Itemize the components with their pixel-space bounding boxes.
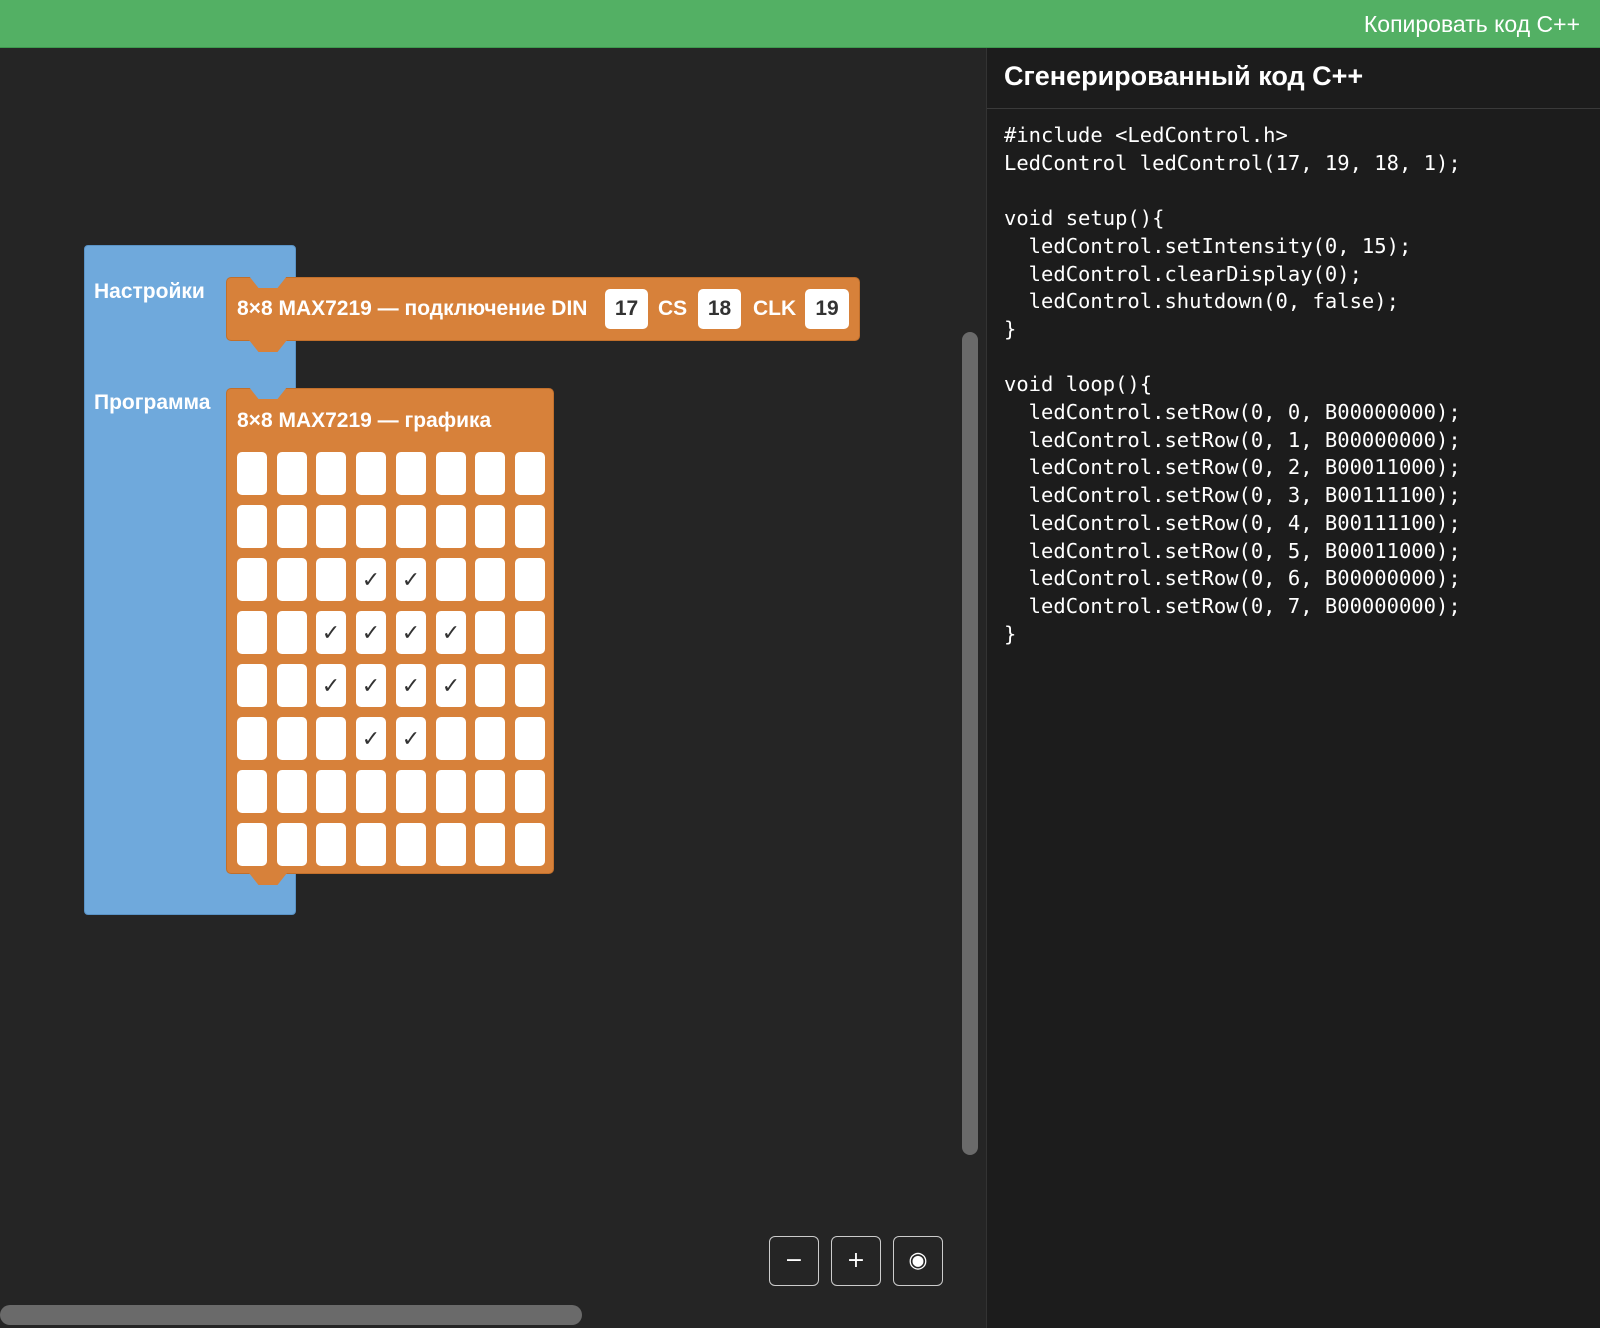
- led-cell[interactable]: ✓: [436, 664, 466, 707]
- zoom-out-button[interactable]: −: [769, 1236, 819, 1286]
- block-notch: [249, 276, 287, 288]
- divider: [987, 108, 1600, 109]
- led-cell[interactable]: [475, 611, 505, 654]
- led-cell[interactable]: [515, 770, 545, 813]
- clk-pin-field[interactable]: 19: [805, 289, 849, 329]
- led-cell[interactable]: [396, 505, 426, 548]
- max7219-graphics-block[interactable]: 8×8 MAX7219 — графика ✓ ✓ ✓ ✓ ✓ ✓ ✓ ✓ ✓ ✓ ✓ ✓: [226, 387, 554, 885]
- led-cell[interactable]: ✓: [356, 717, 386, 760]
- led-cell[interactable]: [436, 717, 466, 760]
- led-cell[interactable]: [277, 558, 307, 601]
- led-cell[interactable]: [237, 664, 267, 707]
- led-cell[interactable]: [316, 717, 346, 760]
- led-cell[interactable]: [316, 452, 346, 495]
- led-cell[interactable]: [475, 717, 505, 760]
- led-cell[interactable]: [237, 823, 267, 866]
- led-cell[interactable]: [515, 505, 545, 548]
- code-panel-title: Сгенерированный код C++: [1004, 61, 1364, 91]
- clk-label: CLK: [753, 297, 797, 320]
- led-cell[interactable]: [475, 664, 505, 707]
- led-cell[interactable]: [436, 823, 466, 866]
- led-cell[interactable]: ✓: [396, 611, 426, 654]
- led-cell[interactable]: [237, 558, 267, 601]
- led-cell[interactable]: [475, 558, 505, 601]
- led-cell[interactable]: [396, 770, 426, 813]
- generated-code-panel: Сгенерированный код C++ #include <LedCon…: [986, 48, 1600, 1328]
- led-cell[interactable]: [356, 505, 386, 548]
- led-cell[interactable]: ✓: [396, 664, 426, 707]
- program-label: Программа: [94, 391, 211, 414]
- led-cell[interactable]: ✓: [316, 664, 346, 707]
- led-cell[interactable]: [277, 664, 307, 707]
- zoom-in-button[interactable]: +: [831, 1236, 881, 1286]
- led-cell[interactable]: [436, 505, 466, 548]
- led-cell[interactable]: ✓: [396, 717, 426, 760]
- led-cell[interactable]: [237, 505, 267, 548]
- led-cell[interactable]: [515, 664, 545, 707]
- block-notch: [249, 387, 287, 399]
- led-cell[interactable]: [277, 717, 307, 760]
- led-cell[interactable]: [277, 452, 307, 495]
- led-cell[interactable]: [277, 770, 307, 813]
- led-cell[interactable]: [515, 611, 545, 654]
- horizontal-scrollbar[interactable]: [0, 1305, 582, 1325]
- led-cell[interactable]: ✓: [316, 611, 346, 654]
- led-cell[interactable]: [515, 823, 545, 866]
- led-cell[interactable]: [515, 717, 545, 760]
- led-cell[interactable]: ✓: [356, 558, 386, 601]
- led-cell[interactable]: [316, 505, 346, 548]
- led-cell[interactable]: [237, 770, 267, 813]
- led-cell[interactable]: [475, 452, 505, 495]
- led-cell[interactable]: [356, 770, 386, 813]
- led-cell[interactable]: [356, 452, 386, 495]
- led-cell[interactable]: [436, 558, 466, 601]
- led-cell[interactable]: [436, 452, 466, 495]
- led-cell[interactable]: [515, 558, 545, 601]
- cs-label: CS: [658, 297, 688, 320]
- led-cell[interactable]: [396, 823, 426, 866]
- generated-code: #include <LedControl.h> LedControl ledCo…: [1004, 123, 1461, 646]
- led-cell[interactable]: ✓: [396, 558, 426, 601]
- led-cell[interactable]: [475, 823, 505, 866]
- reset-view-button[interactable]: ◉: [893, 1236, 943, 1286]
- led-cell[interactable]: [316, 558, 346, 601]
- led-cell[interactable]: ✓: [356, 611, 386, 654]
- led-cell[interactable]: [316, 770, 346, 813]
- led-cell[interactable]: [277, 823, 307, 866]
- graphics-block-title: 8×8 MAX7219 — графика: [237, 409, 492, 432]
- connection-block-title: 8×8 MAX7219 — подключение DIN: [237, 297, 588, 320]
- max7219-connection-block[interactable]: 8×8 MAX7219 — подключение DIN 17 CS 18 C…: [226, 276, 860, 352]
- led-cell[interactable]: [277, 611, 307, 654]
- led-cell[interactable]: [515, 452, 545, 495]
- led-cell[interactable]: [316, 823, 346, 866]
- led-cell[interactable]: [356, 823, 386, 866]
- settings-label: Настройки: [94, 280, 205, 303]
- led-cell[interactable]: [237, 452, 267, 495]
- led-cell[interactable]: [396, 452, 426, 495]
- led-cell[interactable]: [475, 770, 505, 813]
- cs-pin-field[interactable]: 18: [698, 289, 741, 329]
- led-cell[interactable]: [237, 717, 267, 760]
- led-cell[interactable]: [436, 770, 466, 813]
- led-cell[interactable]: ✓: [436, 611, 466, 654]
- copy-cpp-code-button[interactable]: Копировать код C++: [1364, 10, 1580, 38]
- din-pin-field[interactable]: 17: [605, 289, 648, 329]
- led-cell[interactable]: [277, 505, 307, 548]
- led-cell[interactable]: ✓: [356, 664, 386, 707]
- top-toolbar: Копировать код C++: [0, 0, 1600, 48]
- led-cell[interactable]: [475, 505, 505, 548]
- vertical-scrollbar[interactable]: [962, 332, 978, 1155]
- led-cell[interactable]: [237, 611, 267, 654]
